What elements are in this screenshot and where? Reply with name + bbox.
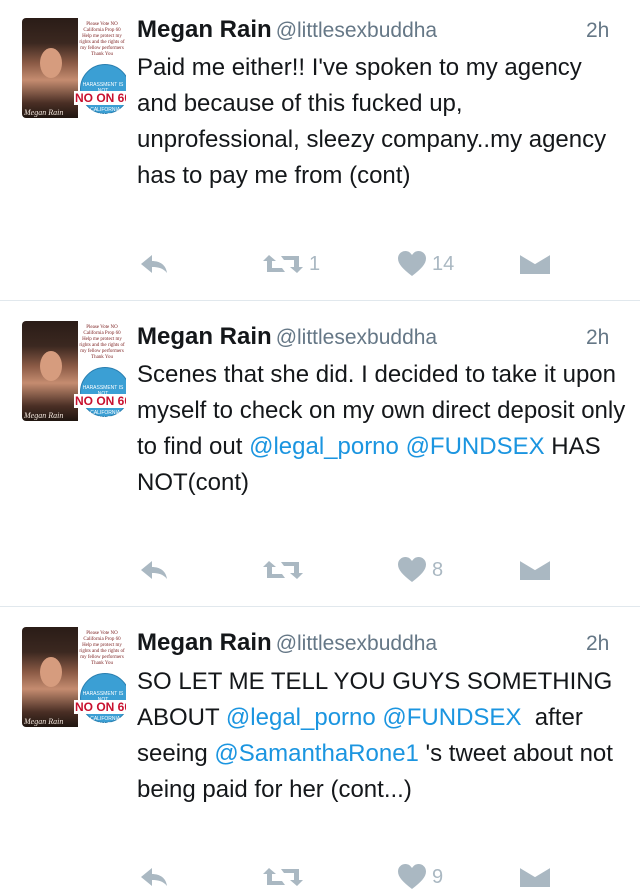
heart-icon [398,251,426,276]
timestamp[interactable]: 2h [586,326,609,350]
avatar-badge-main: NO ON 60 [74,700,126,714]
avatar-badge-main: NO ON 60 [74,394,126,408]
reply-arrow-icon [141,255,167,273]
like-count: 9 [432,865,444,888]
retweet-icon [263,255,303,273]
avatar-signature: Megan Rain [24,108,64,117]
avatar-badge-bottom: A CALIFORNIA VALUE [85,410,121,421]
display-name[interactable]: Megan Rain [137,629,272,656]
reply-arrow-icon [141,868,167,886]
timestamp[interactable]: 2h [586,632,609,656]
avatar-face [40,351,62,381]
reply-button[interactable] [138,862,170,892]
avatar-fine-print: Please Vote NO California Prop 60 Help m… [79,22,125,57]
tweet[interactable]: Please Vote NO California Prop 60 Help m… [0,301,640,606]
heart-icon [398,557,426,582]
retweet-count: 1 [309,252,321,275]
direct-message-button[interactable] [520,555,550,585]
avatar-badge-main: NO ON 60 [74,91,126,105]
envelope-icon [520,559,550,580]
envelope-icon [520,253,550,274]
heart-icon [398,864,426,889]
tweet-actions: 1 14 [0,249,640,279]
tweet-text: Scenes that she did. I decided to take i… [137,357,627,501]
avatar[interactable]: Please Vote NO California Prop 60 Help m… [22,627,126,727]
avatar-face [40,48,62,78]
tweet-text-segment: Paid me either!! I've spoken to my agenc… [137,54,613,189]
mention-link[interactable]: @SamanthaRone1 [214,740,419,767]
avatar-badge-bottom: A CALIFORNIA VALUE [85,716,121,727]
reply-arrow-icon [141,561,167,579]
retweet-button[interactable] [263,555,309,585]
like-button[interactable]: 14 [398,249,454,279]
reply-button[interactable] [138,555,170,585]
retweet-button[interactable]: 1 [263,249,320,279]
mention-link[interactable]: @FUNDSEX [382,704,521,731]
author-handle[interactable]: @littlesexbuddha [276,326,437,349]
tweet-text-segment [399,433,406,460]
tweet-text: Paid me either!! I've spoken to my agenc… [137,50,627,194]
avatar-face [40,657,62,687]
display-name[interactable]: Megan Rain [137,16,272,43]
author-name[interactable]: Megan Rain @littlesexbuddha [137,629,437,657]
mention-link[interactable]: @legal_porno [249,433,399,460]
like-button[interactable]: 8 [398,555,443,585]
reply-button[interactable] [138,249,170,279]
like-button[interactable]: 9 [398,862,443,892]
timestamp[interactable]: 2h [586,19,609,43]
tweet-text: SO LET ME TELL YOU GUYS SOMETHING ABOUT … [137,664,627,808]
tweet-actions: 9 [0,862,640,892]
avatar-signature: Megan Rain [24,717,64,726]
avatar-badge-bottom: A CALIFORNIA VALUE [85,107,121,118]
author-name[interactable]: Megan Rain @littlesexbuddha [137,16,437,44]
display-name[interactable]: Megan Rain [137,323,272,350]
avatar-signature: Megan Rain [24,411,64,420]
avatar[interactable]: Please Vote NO California Prop 60 Help m… [22,321,126,421]
tweet-actions: 8 [0,555,640,585]
avatar-fine-print: Please Vote NO California Prop 60 Help m… [79,325,125,360]
mention-link[interactable]: @legal_porno [226,704,376,731]
retweet-button[interactable] [263,862,309,892]
envelope-icon [520,866,550,887]
tweet[interactable]: Please Vote NO California Prop 60 Help m… [0,607,640,889]
direct-message-button[interactable] [520,862,550,892]
author-handle[interactable]: @littlesexbuddha [276,19,437,42]
author-name[interactable]: Megan Rain @littlesexbuddha [137,323,437,351]
like-count: 8 [432,558,444,581]
author-handle[interactable]: @littlesexbuddha [276,632,437,655]
retweet-icon [263,561,303,579]
tweet[interactable]: Please Vote NO California Prop 60 Help m… [0,0,640,300]
avatar[interactable]: Please Vote NO California Prop 60 Help m… [22,18,126,118]
mention-link[interactable]: @FUNDSEX [406,433,545,460]
avatar-fine-print: Please Vote NO California Prop 60 Help m… [79,631,125,666]
retweet-icon [263,868,303,886]
like-count: 14 [432,252,455,275]
direct-message-button[interactable] [520,249,550,279]
